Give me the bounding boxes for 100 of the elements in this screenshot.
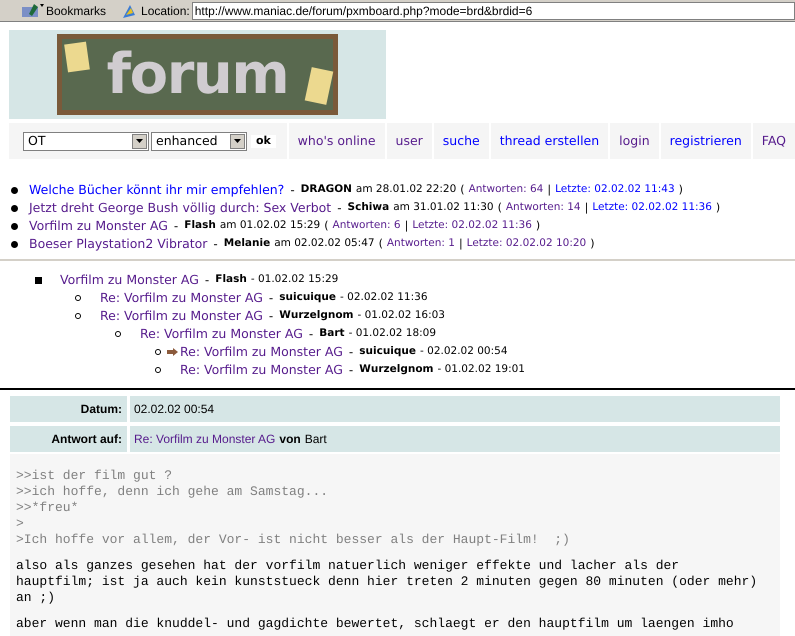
thread-link[interactable]: Vorfilm zu Monster AG <box>29 216 168 236</box>
dash: - <box>308 326 314 343</box>
post-date: - 01.02.02 18:09 <box>348 326 436 342</box>
author-name: DRAGON <box>300 182 352 198</box>
thread-link[interactable]: Welche Bücher könnt ihr mir empfehlen? <box>29 180 284 200</box>
nav-link[interactable]: registrieren <box>660 123 751 159</box>
nav-link[interactable]: who's online <box>288 123 385 159</box>
quoted-line: > <box>16 516 25 532</box>
separator: | <box>547 182 552 198</box>
nav-link[interactable]: FAQ <box>752 123 795 159</box>
dash: - <box>204 272 210 289</box>
circle-bullet-icon <box>155 367 161 373</box>
field-label: Antwort auf: <box>10 426 127 452</box>
nav-link[interactable]: thread erstellen <box>490 123 608 159</box>
parenthesis: ) <box>590 236 595 252</box>
arrow-right-icon <box>167 348 178 356</box>
last-post-link[interactable]: Letzte: 02.02.02 11:43 <box>555 182 675 198</box>
separator: | <box>458 236 463 252</box>
parenthesis: ) <box>716 200 720 216</box>
replies-link[interactable]: Antworten: 1 <box>386 236 455 252</box>
author-name: suicuique <box>279 290 336 306</box>
post-link[interactable]: Vorfilm zu Monster AG <box>60 270 199 290</box>
separator: | <box>404 218 408 234</box>
tree-row[interactable]: Re: Vorfilm zu Monster AG - Bart - 01.02.02 18:09 <box>0 325 795 343</box>
paper-note <box>304 67 334 105</box>
nav-link[interactable]: user <box>386 123 432 159</box>
quoted-line: >>ist der film gut ? <box>16 468 174 484</box>
circle-bullet-icon <box>115 331 121 337</box>
thread-link[interactable]: Boeser Playstation2 Vibrator <box>29 234 208 254</box>
post-date: am 02.02.02 05:47 <box>274 236 375 252</box>
dash: - <box>290 182 295 199</box>
dropdown-arrow-button[interactable] <box>132 134 147 148</box>
dash: - <box>213 236 218 253</box>
post-date: am 31.01.02 11:30 <box>393 200 494 216</box>
quoted-line: >>ich hoffe, denn ich gehe am Samstag... <box>16 484 330 500</box>
tree-row[interactable]: Re: Vorfilm zu Monster AG - Wurzelgnom - 01.02.02 16:03 <box>0 307 795 325</box>
dash: - <box>268 308 274 325</box>
dash: - <box>174 218 178 235</box>
bullet-icon <box>11 204 18 212</box>
tree-row[interactable]: Re: Vorfilm zu Monster AG - suicuique - 02.02.02 11:36 <box>0 289 795 307</box>
author-name: Wurzelgnom <box>359 362 434 378</box>
field-value: 02.02.02 00:54 <box>130 396 780 422</box>
square-bullet-icon <box>35 276 42 284</box>
bullet-icon <box>11 222 18 230</box>
post-link[interactable]: Re: Vorfilm zu Monster AG <box>180 360 343 380</box>
message-line: also als ganzes gesehen hat der vorfilm natuerlich weniger effekte und lacher als der <box>16 558 680 574</box>
parenthesis: ( <box>324 218 329 234</box>
author-name: suicuique <box>359 344 416 360</box>
bullet-icon <box>11 240 18 248</box>
post-link[interactable]: Re: Vorfilm zu Monster AG <box>140 324 303 344</box>
parent-post-link[interactable]: Re: Vorfilm zu Monster AG <box>134 430 276 448</box>
board-select[interactable]: OT <box>23 132 149 150</box>
mode-select[interactable]: enhanced <box>151 132 247 150</box>
bookmarks-icon[interactable] <box>20 2 44 18</box>
last-post-link[interactable]: Letzte: 02.02.02 10:20 <box>466 236 586 252</box>
post-link[interactable]: Re: Vorfilm zu Monster AG <box>100 288 263 308</box>
parenthesis: ( <box>498 200 502 216</box>
replies-link[interactable]: Antworten: 64 <box>468 182 544 198</box>
parenthesis: ( <box>460 182 465 198</box>
url-field[interactable]: http://www.maniac.de/forum/pxmboard.php?mode=brd&brdid=6 <box>192 2 795 20</box>
replies-link[interactable]: Antworten: 6 <box>332 218 401 234</box>
author-name: Melanie <box>224 236 270 252</box>
last-post-link[interactable]: Letzte: 02.02.02 11:36 <box>592 200 712 216</box>
bullet-icon <box>11 186 18 194</box>
quoted-line: >Ich hoffe vor allem, der Vor- ist nicht besser als der Haupt-Film! ;) <box>16 532 571 548</box>
dash: - <box>348 344 354 361</box>
paper-note <box>64 42 90 72</box>
replies-link[interactable]: Antworten: 14 <box>506 200 581 216</box>
dropdown-arrow-button[interactable] <box>230 134 245 148</box>
author-name: Flash <box>184 218 216 234</box>
dash: - <box>337 200 342 217</box>
parenthesis: ) <box>678 182 683 198</box>
nav-link[interactable]: login <box>610 123 659 159</box>
ok-button[interactable]: ok <box>251 134 276 148</box>
dash: - <box>268 290 274 307</box>
tree-row[interactable]: Vorfilm zu Monster AG - Flash - 01.02.02 15:29 <box>0 271 795 289</box>
by-label: von <box>279 431 301 448</box>
location-label: Location: <box>141 2 190 20</box>
tree-row[interactable]: Re: Vorfilm zu Monster AG - Wurzelgnom - 01.02.02 19:01 <box>0 361 795 379</box>
post-link[interactable]: Re: Vorfilm zu Monster AG <box>180 342 343 362</box>
nav-link[interactable]: suche <box>434 123 489 159</box>
post-date: - 01.02.02 15:29 <box>250 272 338 288</box>
dash: - <box>348 362 354 379</box>
caret-icon <box>136 139 143 143</box>
post-date: - 01.02.02 16:03 <box>357 308 445 324</box>
last-post-link[interactable]: Letzte: 02.02.02 11:36 <box>412 218 532 234</box>
separator: | <box>584 200 588 216</box>
post-link[interactable]: Re: Vorfilm zu Monster AG <box>100 306 263 326</box>
message-line: aber wenn man die knuddel- und gagdichte bewertet, schlaegt er den hauptfilm um laengen imho <box>16 616 735 632</box>
author-name: Schiwa <box>348 200 390 216</box>
caret-icon <box>234 139 241 143</box>
author-name: Bart <box>319 326 345 342</box>
logo-text: forum <box>106 46 288 102</box>
author-name: Flash <box>215 272 247 288</box>
thread-link[interactable]: Jetzt dreht George Bush völlig durch: Sex Verbot <box>29 198 332 218</box>
parenthesis: ) <box>536 218 540 234</box>
bookmarks-label[interactable]: Bookmarks <box>46 2 106 20</box>
location-icon <box>121 2 138 18</box>
circle-bullet-icon <box>155 349 161 355</box>
message-line: hauptfilm; ist ja auch kein kunststueck denn hier treten 2 minuten gegen 80 minuten (oder mehr) <box>16 574 758 590</box>
